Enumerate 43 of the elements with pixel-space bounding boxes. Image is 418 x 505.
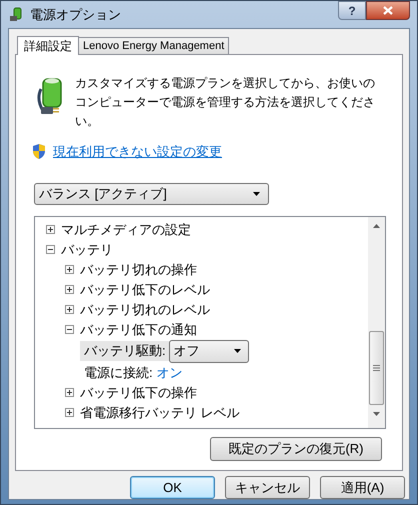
tab[interactable]: 詳細設定 <box>17 36 79 55</box>
restore-defaults-button[interactable]: 既定のプランの復元(R) <box>210 436 382 460</box>
description-text: カスタマイズする電源プランを選択してから、お使いのコンピューターで電源を管理する方法を選択してください。 <box>75 75 376 130</box>
close-icon <box>383 6 393 15</box>
setting-label: 電源に接続: <box>84 364 153 382</box>
scroll-up-icon[interactable] <box>373 224 380 228</box>
dropdown-arrow-icon <box>234 349 241 353</box>
change-settings-link[interactable]: 現在利用できない設定の変更 <box>53 142 222 162</box>
expand-icon[interactable] <box>65 285 74 294</box>
expand-icon[interactable] <box>65 408 74 417</box>
tree-item[interactable]: バッテリ低下のレベル <box>80 280 210 300</box>
tree-item[interactable]: バッテリ低下の通知 <box>80 320 197 340</box>
expand-icon[interactable] <box>46 225 55 234</box>
tree-item[interactable]: バッテリ <box>61 240 113 260</box>
collapse-icon[interactable] <box>46 245 55 254</box>
tree-item[interactable]: マルチメディアの設定 <box>61 220 191 240</box>
tab[interactable]: Lenovo Energy Management <box>79 37 230 54</box>
setting-label: バッテリ駆動: <box>84 342 166 360</box>
dialog-button[interactable]: OK <box>130 476 215 499</box>
tree-item[interactable]: 省電源移行バッテリ レベル <box>80 402 240 422</box>
expand-icon[interactable] <box>65 388 74 397</box>
expand-icon[interactable] <box>65 305 74 314</box>
grip-icon <box>373 364 380 370</box>
help-button[interactable]: ? <box>338 1 366 20</box>
dialog-button[interactable]: キャンセル <box>225 476 310 499</box>
tree-item[interactable]: バッテリ切れのレベル <box>80 300 210 320</box>
value-dropdown[interactable]: オフ <box>168 340 249 362</box>
selected-row[interactable]: バッテリ駆動: オフ <box>80 341 249 361</box>
setting-row[interactable]: 電源に接続: オン <box>80 362 183 382</box>
value-link[interactable]: オン <box>156 362 183 382</box>
expand-icon[interactable] <box>65 265 74 274</box>
scroll-down-icon[interactable] <box>373 412 380 416</box>
window-title: 電源オプション <box>30 6 121 24</box>
close-button[interactable] <box>366 1 410 20</box>
collapse-icon[interactable] <box>65 325 74 334</box>
dialog-button[interactable]: 適用(A) <box>320 476 405 499</box>
tree-item[interactable]: バッテリ低下の操作 <box>80 382 197 402</box>
plan-dropdown[interactable]: バランス [アクティブ] <box>34 182 269 204</box>
dropdown-arrow-icon <box>253 192 260 196</box>
tree-item[interactable]: バッテリ切れの操作 <box>80 260 197 280</box>
battery-plug-icon <box>10 6 24 22</box>
scrollbar-thumb[interactable] <box>369 330 384 404</box>
shield-icon <box>31 143 47 160</box>
